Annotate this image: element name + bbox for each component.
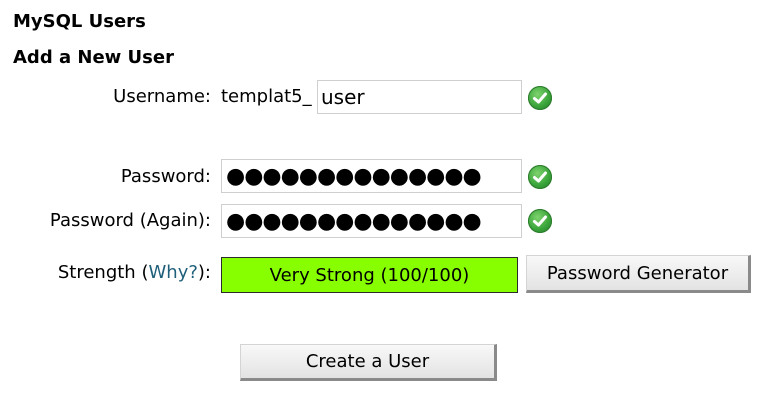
password-generator-button[interactable]: Password Generator <box>526 255 751 293</box>
username-input[interactable] <box>317 80 522 114</box>
password-again-input[interactable] <box>221 204 522 238</box>
why-link[interactable]: Why? <box>148 262 197 283</box>
password-input[interactable] <box>221 159 522 193</box>
strength-label: Strength (Why?): <box>58 262 211 283</box>
username-label: Username: <box>113 86 211 107</box>
check-circle-icon <box>528 209 552 233</box>
strength-value: Very Strong (100/100) <box>269 264 470 286</box>
check-circle-icon <box>528 165 552 189</box>
password-again-label: Password (Again): <box>49 210 211 231</box>
check-circle-icon <box>528 86 552 110</box>
password-label: Password: <box>120 166 211 187</box>
strength-meter: Very Strong (100/100) <box>221 257 518 293</box>
username-prefix: templat5_ <box>221 86 312 107</box>
strength-paren-close: ): <box>197 262 211 283</box>
page-title: MySQL Users <box>13 11 146 32</box>
create-user-button[interactable]: Create a User <box>240 344 497 381</box>
section-title: Add a New User <box>13 47 174 68</box>
strength-label-text: Strength <box>57 262 136 283</box>
